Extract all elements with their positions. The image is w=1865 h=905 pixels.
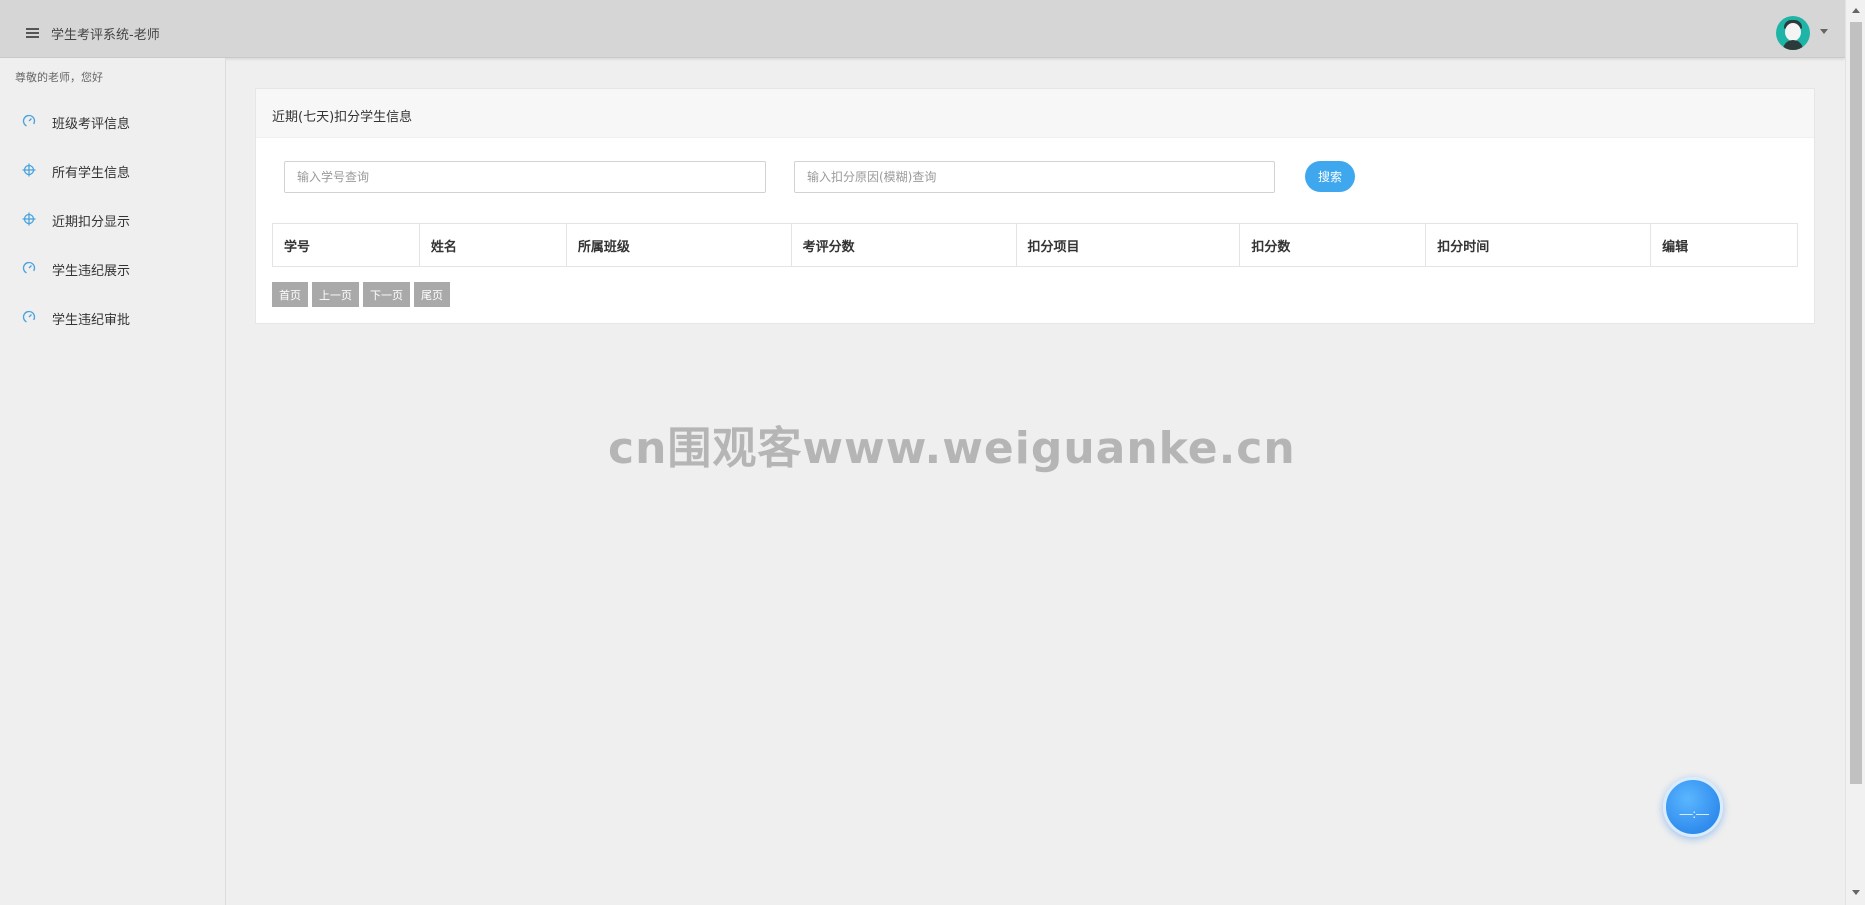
- app-title: 学生考评系统-老师: [51, 28, 160, 43]
- floating-action-button[interactable]: ‒‒:‒‒: [1663, 777, 1723, 837]
- next-page-button[interactable]: 下一页: [363, 282, 410, 307]
- deductions-table: 学号 姓名 所属班级 考评分数 扣分项目 扣分数 扣分时间 编辑: [272, 223, 1798, 267]
- sidebar-item-class-evaluation[interactable]: 班级考评信息: [0, 101, 225, 141]
- watermark: cn围观客www.weiguanke.cn: [608, 423, 1296, 474]
- column-header-class[interactable]: 所属班级: [565, 223, 792, 267]
- panel-title: 近期(七天)扣分学生信息: [256, 89, 1814, 138]
- pagination: 首页 上一页 下一页 尾页: [272, 282, 454, 307]
- reason-search-input[interactable]: [794, 161, 1275, 193]
- student-id-search-input[interactable]: [284, 161, 766, 193]
- column-header-edit[interactable]: 编辑: [1650, 223, 1798, 267]
- user-avatar[interactable]: [1776, 16, 1810, 50]
- scroll-up-icon[interactable]: [1852, 8, 1860, 13]
- column-header-score[interactable]: 考评分数: [790, 223, 1017, 267]
- search-button[interactable]: 搜索: [1305, 161, 1355, 192]
- scrollbar-thumb[interactable]: [1850, 22, 1862, 784]
- sidebar: 尊敬的老师，您好 班级考评信息 所有学生信息 近期扣分显示 学生违纪展示 学生违…: [0, 58, 226, 905]
- sidebar-item-label: 近期扣分显示: [52, 215, 131, 230]
- menu-icon[interactable]: [26, 28, 39, 38]
- column-header-deduction-time[interactable]: 扣分时间: [1425, 223, 1652, 267]
- greeting-text: 尊敬的老师，您好: [15, 71, 103, 84]
- table-header-row: 学号 姓名 所属班级 考评分数 扣分项目 扣分数 扣分时间 编辑: [272, 223, 1798, 267]
- gauge-icon: [22, 261, 36, 275]
- sidebar-item-label: 学生违纪展示: [52, 264, 131, 279]
- sidebar-item-label: 班级考评信息: [52, 117, 131, 132]
- column-header-deduction-item[interactable]: 扣分项目: [1015, 223, 1241, 267]
- sidebar-item-violation-display[interactable]: 学生违纪展示: [0, 248, 225, 288]
- first-page-button[interactable]: 首页: [272, 282, 308, 307]
- deductions-panel: 近期(七天)扣分学生信息 搜索 学号 姓名 所属班级 考评分数 扣分项目 扣分数…: [255, 88, 1815, 324]
- sidebar-item-label: 学生违纪审批: [52, 313, 131, 328]
- column-header-name[interactable]: 姓名: [418, 223, 567, 267]
- scroll-down-icon[interactable]: [1852, 890, 1860, 895]
- crosshair-icon: [22, 163, 36, 177]
- gauge-icon: [22, 114, 36, 128]
- sidebar-item-all-students[interactable]: 所有学生信息: [0, 150, 225, 190]
- chevron-down-icon[interactable]: [1820, 29, 1828, 34]
- top-bar: 学生考评系统-老师: [0, 0, 1845, 58]
- crosshair-icon: [22, 212, 36, 226]
- prev-page-button[interactable]: 上一页: [312, 282, 359, 307]
- loading-icon: ‒‒:‒‒: [1679, 807, 1710, 821]
- sidebar-item-violation-approval[interactable]: 学生违纪审批: [0, 297, 225, 337]
- sidebar-item-label: 所有学生信息: [52, 166, 131, 181]
- sidebar-item-recent-deductions[interactable]: 近期扣分显示: [0, 199, 225, 239]
- scrollbar[interactable]: [1845, 0, 1865, 905]
- last-page-button[interactable]: 尾页: [414, 282, 450, 307]
- column-header-student-id[interactable]: 学号: [272, 223, 420, 267]
- column-header-deduction-points[interactable]: 扣分数: [1239, 223, 1427, 267]
- gauge-icon: [22, 310, 36, 324]
